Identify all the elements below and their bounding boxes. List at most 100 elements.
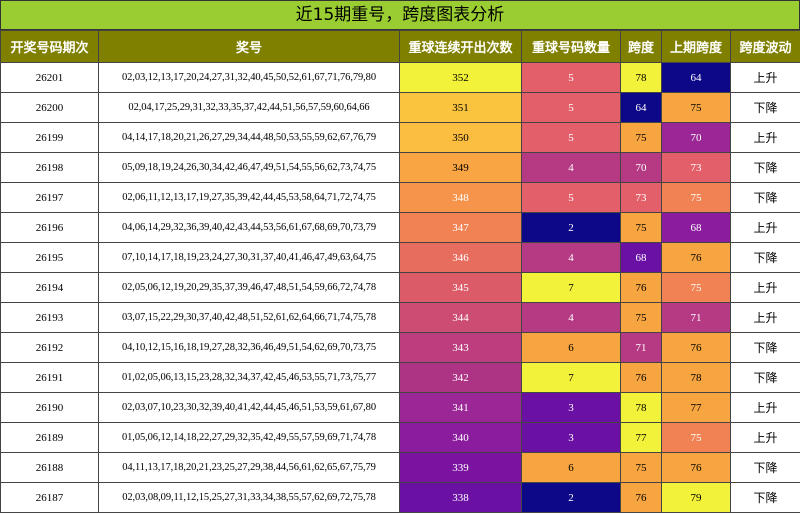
cell-period: 26194 (0, 272, 99, 303)
cell-period: 26197 (0, 182, 99, 213)
cell-repeat-count: 3 (521, 392, 621, 423)
cell-prev-span: 76 (661, 242, 731, 273)
cell-numbers: 02,04,17,25,29,31,32,33,35,37,42,44,51,5… (98, 92, 400, 123)
cell-trend: 上升 (730, 392, 800, 423)
cell-prev-span: 75 (661, 182, 731, 213)
table-row: 26200 02,04,17,25,29,31,32,33,35,37,42,44… (0, 92, 800, 123)
cell-repeat-count: 4 (521, 242, 621, 273)
cell-period: 26195 (0, 242, 99, 273)
cell-repeat-count: 7 (521, 272, 621, 303)
cell-period: 26191 (0, 362, 99, 393)
cell-numbers: 04,06,14,29,32,36,39,40,42,43,44,53,56,6… (98, 212, 400, 243)
cell-period: 26193 (0, 302, 99, 333)
cell-numbers: 02,03,07,10,23,30,32,39,40,41,42,44,45,4… (98, 392, 400, 423)
cell-trend: 下降 (730, 362, 800, 393)
cell-repeat-count: 4 (521, 152, 621, 183)
table-header-row: 开奖号码期次 奖号 重球连续开出次数 重球号码数量 跨度 上期跨度 跨度波动 (0, 30, 800, 63)
cell-period: 26188 (0, 452, 99, 483)
cell-repeat-count: 5 (521, 92, 621, 123)
cell-consecutive: 350 (399, 122, 522, 153)
cell-consecutive: 352 (399, 62, 522, 93)
cell-numbers: 05,09,18,19,24,26,30,34,42,46,47,49,51,5… (98, 152, 400, 183)
cell-span: 75 (620, 452, 662, 483)
cell-trend: 上升 (730, 302, 800, 333)
cell-numbers: 04,14,17,18,20,21,26,27,29,34,44,48,50,5… (98, 122, 400, 153)
cell-span: 75 (620, 302, 662, 333)
cell-numbers: 04,10,12,15,16,18,19,27,28,32,36,46,49,5… (98, 332, 400, 363)
cell-trend: 上升 (730, 62, 800, 93)
cell-prev-span: 78 (661, 362, 731, 393)
cell-trend: 下降 (730, 182, 800, 213)
table-row: 26195 07,10,14,17,18,19,23,24,27,30,31,37… (0, 242, 800, 273)
cell-span: 64 (620, 92, 662, 123)
cell-consecutive: 342 (399, 362, 522, 393)
cell-numbers: 04,11,13,17,18,20,21,23,25,27,29,38,44,5… (98, 452, 400, 483)
cell-span: 68 (620, 242, 662, 273)
header-span: 跨度 (620, 30, 662, 63)
table-row: 26192 04,10,12,15,16,18,19,27,28,32,36,46… (0, 332, 800, 363)
cell-prev-span: 79 (661, 482, 731, 513)
cell-trend: 下降 (730, 242, 800, 273)
cell-trend: 下降 (730, 482, 800, 513)
table-row: 26197 02,06,11,12,13,17,19,27,35,39,42,44… (0, 182, 800, 213)
cell-period: 26187 (0, 482, 99, 513)
table-row: 26193 03,07,15,22,29,30,37,40,42,48,51,52… (0, 302, 800, 333)
cell-numbers: 02,05,06,12,19,20,29,35,37,39,46,47,48,5… (98, 272, 400, 303)
cell-repeat-count: 7 (521, 362, 621, 393)
cell-prev-span: 64 (661, 62, 731, 93)
cell-consecutive: 345 (399, 272, 522, 303)
table-row: 26196 04,06,14,29,32,36,39,40,42,43,44,53… (0, 212, 800, 243)
cell-period: 26196 (0, 212, 99, 243)
cell-period: 26198 (0, 152, 99, 183)
cell-repeat-count: 6 (521, 332, 621, 363)
table-row: 26190 02,03,07,10,23,30,32,39,40,41,42,44… (0, 392, 800, 423)
cell-prev-span: 75 (661, 92, 731, 123)
header-period: 开奖号码期次 (0, 30, 99, 63)
cell-period: 26200 (0, 92, 99, 123)
cell-consecutive: 346 (399, 242, 522, 273)
cell-prev-span: 75 (661, 272, 731, 303)
table-row: 26188 04,11,13,17,18,20,21,23,25,27,29,38… (0, 452, 800, 483)
table-row: 26191 01,02,05,06,13,15,23,28,32,34,37,42… (0, 362, 800, 393)
cell-repeat-count: 5 (521, 122, 621, 153)
cell-consecutive: 340 (399, 422, 522, 453)
cell-numbers: 02,03,12,13,17,20,24,27,31,32,40,45,50,5… (98, 62, 400, 93)
cell-numbers: 03,07,15,22,29,30,37,40,42,48,51,52,61,6… (98, 302, 400, 333)
cell-period: 26192 (0, 332, 99, 363)
cell-prev-span: 71 (661, 302, 731, 333)
cell-consecutive: 343 (399, 332, 522, 363)
cell-period: 26199 (0, 122, 99, 153)
table-row: 26198 05,09,18,19,24,26,30,34,42,46,47,49… (0, 152, 800, 183)
cell-consecutive: 341 (399, 392, 522, 423)
cell-trend: 上升 (730, 422, 800, 453)
cell-consecutive: 349 (399, 152, 522, 183)
cell-prev-span: 68 (661, 212, 731, 243)
cell-span: 77 (620, 422, 662, 453)
cell-span: 76 (620, 482, 662, 513)
header-numbers: 奖号 (98, 30, 400, 63)
cell-numbers: 01,05,06,12,14,18,22,27,29,32,35,42,49,5… (98, 422, 400, 453)
cell-repeat-count: 5 (521, 182, 621, 213)
cell-span: 76 (620, 362, 662, 393)
cell-trend: 上升 (730, 272, 800, 303)
cell-span: 71 (620, 332, 662, 363)
cell-prev-span: 76 (661, 332, 731, 363)
cell-consecutive: 348 (399, 182, 522, 213)
header-consecutive: 重球连续开出次数 (399, 30, 522, 63)
cell-numbers: 01,02,05,06,13,15,23,28,32,34,37,42,45,4… (98, 362, 400, 393)
cell-numbers: 02,06,11,12,13,17,19,27,35,39,42,44,45,5… (98, 182, 400, 213)
header-repeat-count: 重球号码数量 (521, 30, 621, 63)
cell-prev-span: 75 (661, 422, 731, 453)
table-row: 26189 01,05,06,12,14,18,22,27,29,32,35,42… (0, 422, 800, 453)
cell-span: 78 (620, 62, 662, 93)
table-row: 26194 02,05,06,12,19,20,29,35,37,39,46,47… (0, 272, 800, 303)
cell-repeat-count: 6 (521, 452, 621, 483)
page-title: 近15期重号，跨度图表分析 (0, 0, 800, 30)
cell-repeat-count: 2 (521, 482, 621, 513)
span-analysis-table: 开奖号码期次 奖号 重球连续开出次数 重球号码数量 跨度 上期跨度 跨度波动 2… (0, 30, 800, 513)
cell-period: 26201 (0, 62, 99, 93)
cell-prev-span: 73 (661, 152, 731, 183)
cell-consecutive: 351 (399, 92, 522, 123)
table-row: 26201 02,03,12,13,17,20,24,27,31,32,40,45… (0, 62, 800, 93)
cell-prev-span: 70 (661, 122, 731, 153)
